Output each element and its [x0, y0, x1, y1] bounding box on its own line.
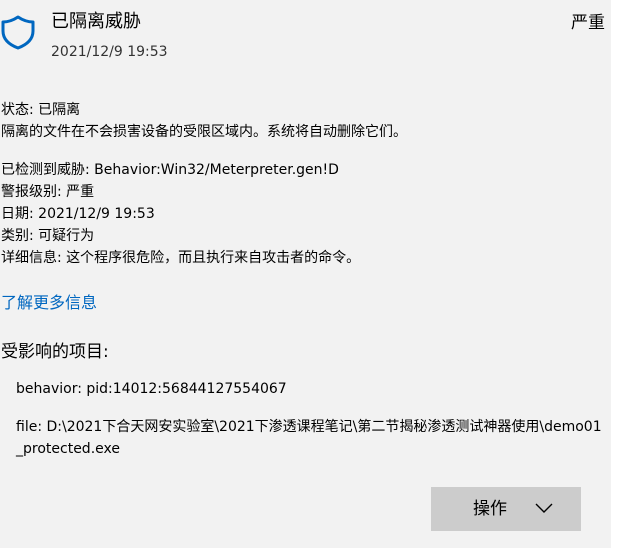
affected-item-behavior: behavior: pid:14012:56844127554067: [16, 381, 287, 397]
actions-button[interactable]: 操作: [431, 487, 581, 531]
detail-date: 日期: 2021/12/9 19:53: [1, 206, 155, 222]
alert-level: 警报级别: 严重: [1, 184, 95, 200]
threat-title: 已隔离威胁: [51, 11, 141, 32]
status-description: 隔离的文件在不会损害设备的受限区域内。系统将自动删除它们。: [1, 124, 407, 140]
learn-more-link[interactable]: 了解更多信息: [1, 291, 97, 315]
chevron-down-icon: [535, 503, 553, 513]
status-line: 状态: 已隔离: [1, 102, 81, 118]
threat-card: 已隔离威胁 严重 2021/12/9 19:53 状态: 已隔离 隔离的文件在不…: [0, 0, 611, 548]
threat-date: 2021/12/9 19:53: [51, 44, 168, 60]
detected-threat: 已检测到威胁: Behavior:Win32/Meterpreter.gen!D: [1, 162, 339, 178]
affected-items-heading: 受影响的项目:: [1, 342, 109, 362]
category: 类别: 可疑行为: [1, 228, 95, 244]
actions-button-label: 操作: [473, 499, 507, 519]
shield-icon: [1, 15, 35, 50]
detail-info: 详细信息: 这个程序很危险，而且执行来自攻击者的命令。: [1, 250, 361, 266]
affected-item-file: file: D:\2021下合天网安实验室\2021下渗透课程笔记\第二节揭秘渗…: [16, 419, 602, 457]
severity-badge: 严重: [571, 13, 605, 33]
